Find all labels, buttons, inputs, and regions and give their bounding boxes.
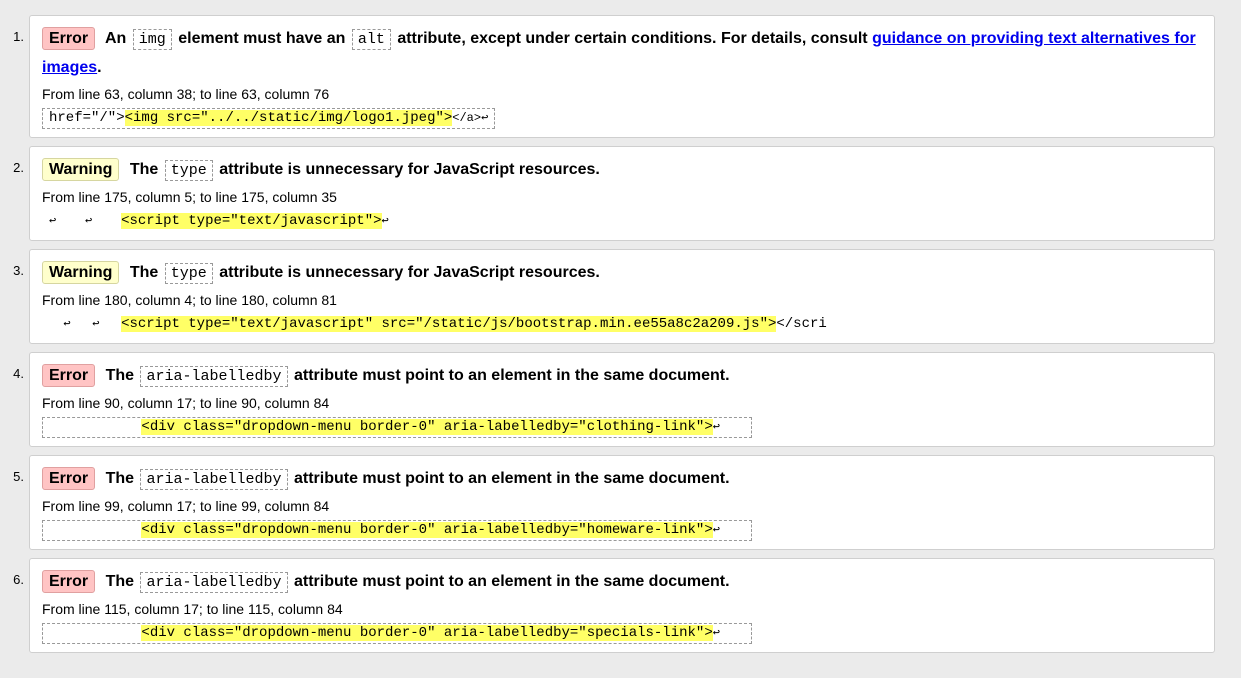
message-location: From line 115, column 17; to line 115, c… [42,601,343,617]
attribute-code: aria-labelledby [140,572,288,593]
message-text: attribute is unnecessary for JavaScript … [219,161,600,178]
message-text: element must have an [178,30,346,47]
message-text: attribute, except under certain conditio… [397,30,868,47]
source-extract: <div class="dropdown-menu border-0" aria… [42,623,753,644]
message-location: From line 180, column 4; to line 180, co… [42,292,337,308]
attribute-code: type [164,263,213,284]
source-extract: <div class="dropdown-menu border-0" aria… [42,417,753,438]
attribute-code: type [164,160,213,181]
extract-suffix: </scri [776,316,827,332]
extract-suffix: ↩ [712,523,720,537]
message-item: 6. Error The aria-labelledby attribute m… [13,558,1215,653]
extract-prefix: ↩ ↩ [49,317,122,331]
validation-messages: 1. Error An img element must have an alt… [0,0,1241,653]
message-title: Error The aria-labelledby attribute must… [42,465,1202,494]
message-item: 5. Error The aria-labelledby attribute m… [13,455,1215,550]
attribute-code: aria-labelledby [140,366,288,387]
message-text: The [105,573,135,590]
message-text: An [104,30,127,47]
extract-prefix: ↩ ↩ [49,214,122,228]
source-extract: href="/"><img src="../../static/img/logo… [42,108,496,129]
source-extract: <div class="dropdown-menu border-0" aria… [42,520,753,541]
extract-prefix [49,522,141,538]
extract-prefix [49,625,141,641]
extract-suffix: ↩ [381,214,389,228]
error-badge: Error [42,570,96,593]
extract-suffix: ↩ [712,626,720,640]
message-title: Error The aria-labelledby attribute must… [42,362,1202,391]
message-title: Error The aria-labelledby attribute must… [42,568,1202,597]
extract-suffix: </a>↩ [452,111,489,125]
message-text: attribute must point to an element in th… [293,470,730,487]
message-text: The [129,161,159,178]
extract-highlight: <script type="text/javascript" src="/sta… [121,316,777,332]
extract-prefix [49,419,141,435]
error-badge: Error [42,364,96,387]
message-title: Error An img element must have an alt at… [42,25,1202,82]
source-extract: ↩ ↩ <script type="text/javascript">↩ [42,211,396,232]
source-extract: ↩ ↩ <script type="text/javascript" src="… [42,314,834,335]
message-number: 6. [13,572,24,587]
extract-highlight: <script type="text/javascript"> [121,213,382,229]
warning-badge: Warning [42,158,120,181]
message-text: attribute must point to an element in th… [293,573,730,590]
extract-highlight: <img src="../../static/img/logo1.jpeg"> [124,110,453,126]
message-item: 2. Warning The type attribute is unneces… [13,146,1215,241]
message-number: 1. [13,29,24,44]
message-number: 4. [13,366,24,381]
message-title: Warning The type attribute is unnecessar… [42,259,1202,288]
message-number: 2. [13,160,24,175]
message-text: The [105,470,135,487]
message-text: attribute must point to an element in th… [293,367,730,384]
extract-highlight: <div class="dropdown-menu border-0" aria… [141,625,713,641]
message-text: attribute is unnecessary for JavaScript … [219,264,600,281]
message-location: From line 99, column 17; to line 99, col… [42,498,330,514]
message-location: From line 175, column 5; to line 175, co… [42,189,337,205]
message-number: 5. [13,469,24,484]
attribute-code: aria-labelledby [140,469,288,490]
warning-badge: Warning [42,261,120,284]
extract-prefix: href="/"> [49,110,125,126]
message-item: 4. Error The aria-labelledby attribute m… [13,352,1215,447]
error-badge: Error [42,27,96,50]
message-location: From line 90, column 17; to line 90, col… [42,395,330,411]
extract-suffix: ↩ [712,420,720,434]
message-item: 3. Warning The type attribute is unneces… [13,249,1215,344]
extract-highlight: <div class="dropdown-menu border-0" aria… [141,522,713,538]
error-badge: Error [42,467,96,490]
extract-highlight: <div class="dropdown-menu border-0" aria… [141,419,713,435]
message-title: Warning The type attribute is unnecessar… [42,156,1202,185]
message-item: 1. Error An img element must have an alt… [13,15,1215,138]
message-text: The [129,264,159,281]
attribute-code: alt [351,29,391,50]
message-text-end: . [97,59,102,76]
message-number: 3. [13,263,24,278]
message-text: The [105,367,135,384]
message-location: From line 63, column 38; to line 63, col… [42,86,330,102]
element-code: img [132,29,172,50]
